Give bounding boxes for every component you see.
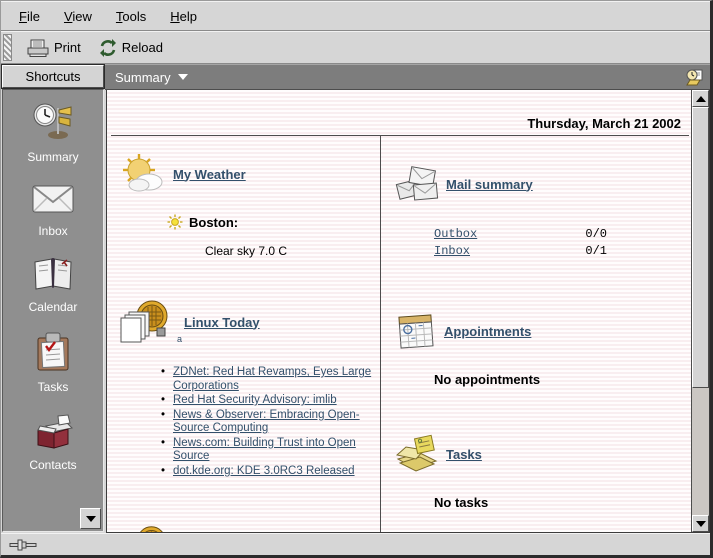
appointments-title-link[interactable]: Appointments (444, 324, 531, 339)
folder-title-bar[interactable]: Summary (105, 64, 710, 90)
news-item: News & Observer: Embracing Open-Source C… (161, 409, 374, 436)
toolbar-grip-handle[interactable] (3, 34, 12, 61)
weather-icon (119, 152, 167, 196)
news-item: News.com: Building Trust into Open Sourc… (161, 437, 374, 464)
anchor-icon: a (177, 334, 182, 344)
menu-bar: File View Tools Help (1, 1, 710, 31)
chevron-down-icon (178, 74, 188, 80)
print-label: Print (54, 40, 81, 55)
scrollbar-trough[interactable] (692, 388, 709, 515)
shortcuts-panel: Summary Inbox (2, 89, 104, 532)
scroll-up-button[interactable] (692, 90, 709, 107)
appointments-icon (394, 310, 438, 352)
sidebar-item-label: Tasks (38, 380, 69, 394)
mail-folder-list: Outbox 0/0 Inbox 0/1 (434, 226, 685, 260)
news-feed-header: a Salon.com (119, 524, 374, 532)
weather-location: Boston: (189, 215, 238, 230)
news-item: dot.kde.org: KDE 3.0RC3 Released (161, 465, 374, 479)
sidebar-item-label: Inbox (38, 224, 67, 238)
news-feed-icon (119, 298, 171, 346)
date-heading: Thursday, March 21 2002 (109, 90, 691, 135)
sidebar-item-label: Summary (27, 150, 78, 164)
shortcuts-sidebar: Shortcuts Summary (1, 64, 105, 533)
summary-content: Thursday, March 21 2002 (107, 90, 691, 532)
contacts-icon (32, 412, 74, 450)
menu-view[interactable]: View (56, 5, 100, 28)
news-feed-icon (119, 524, 171, 532)
weather-title-link[interactable]: My Weather (173, 167, 246, 182)
tasks-header: Tasks (394, 433, 685, 475)
inbox-icon (30, 182, 76, 216)
sidebar-item-label: Calendar (29, 300, 78, 314)
mail-summary-header: Mail summary (394, 164, 685, 204)
mail-summary-title-link[interactable]: Mail summary (446, 177, 533, 192)
summary-icon (32, 102, 74, 142)
mail-folder-row: Outbox 0/0 (434, 226, 685, 243)
menu-help[interactable]: Help (162, 5, 205, 28)
news-item-link[interactable]: News & Observer: Embracing Open-Source C… (173, 409, 360, 435)
scroll-down-button[interactable] (692, 515, 709, 532)
mail-summary-icon (394, 164, 440, 204)
toolbar: Print Reload (1, 31, 710, 64)
outbox-count: 0/0 (585, 226, 685, 243)
news-item: ZDNet: Red Hat Revamps, Eyes Large Corpo… (161, 366, 374, 393)
news-item-link[interactable]: ZDNet: Red Hat Revamps, Eyes Large Corpo… (173, 366, 371, 392)
mail-folder-row: Inbox 0/1 (434, 243, 685, 260)
news-item-list: ZDNet: Red Hat Revamps, Eyes Large Corpo… (161, 366, 374, 478)
news-item: Red Hat Security Advisory: imlib (161, 394, 374, 408)
no-tasks-text: No tasks (434, 495, 685, 510)
print-icon (27, 38, 49, 58)
folder-title: Summary (115, 70, 171, 85)
reload-button[interactable]: Reload (92, 33, 170, 62)
online-status-icon[interactable] (9, 538, 39, 552)
news-item-link[interactable]: dot.kde.org: KDE 3.0RC3 Released (173, 465, 355, 477)
arrow-down-icon (86, 516, 96, 522)
weather-section-header: My Weather (119, 152, 374, 196)
weather-location-row: Boston: (167, 214, 374, 230)
arrow-down-icon (696, 521, 706, 527)
sidebar-item-calendar[interactable]: Calendar (5, 256, 101, 314)
reload-icon (99, 39, 117, 57)
print-button[interactable]: Print (20, 33, 88, 62)
main-area: Shortcuts Summary (1, 64, 710, 533)
news-feed-title-link[interactable]: Linux Today (184, 315, 260, 330)
shortcuts-header-button[interactable]: Shortcuts (2, 65, 104, 88)
menu-tools[interactable]: Tools (108, 5, 154, 28)
sidebar-item-inbox[interactable]: Inbox (5, 182, 101, 238)
sidebar-item-contacts[interactable]: Contacts (5, 412, 101, 472)
inbox-count: 0/1 (585, 243, 685, 260)
outbox-folder-link[interactable]: Outbox (434, 226, 477, 243)
status-bar (1, 533, 710, 555)
no-appointments-text: No appointments (434, 372, 685, 387)
summary-view: Thursday, March 21 2002 (106, 90, 710, 533)
news-feed-header: a Linux Today (119, 298, 374, 346)
vertical-scrollbar[interactable] (691, 90, 709, 532)
folder-view-panel: Summary Thursday, March 21 2002 (105, 64, 710, 533)
sun-icon (167, 214, 183, 230)
appointments-header: Appointments (394, 310, 685, 352)
news-item-link[interactable]: Red Hat Security Advisory: imlib (173, 394, 337, 406)
tasks-icon (34, 332, 72, 372)
sidebar-item-summary[interactable]: Summary (5, 102, 101, 164)
sidebar-item-label: Contacts (29, 458, 76, 472)
weather-condition: Clear sky 7.0 C (205, 244, 374, 258)
shortcuts-scroll-down-button[interactable] (80, 508, 101, 529)
app-window: File View Tools Help Print Reload (0, 0, 713, 558)
menu-file[interactable]: File (11, 5, 48, 28)
summary-left-column: My Weather (109, 136, 380, 532)
reload-label: Reload (122, 40, 163, 55)
tasks-title-link[interactable]: Tasks (446, 447, 482, 462)
arrow-up-icon (696, 96, 706, 102)
calendar-icon (31, 256, 75, 292)
scrollbar-thumb[interactable] (692, 107, 709, 388)
sidebar-item-tasks[interactable]: Tasks (5, 332, 101, 394)
summary-right-column: Mail summary Outbox 0/0 Inbox 0/1 (380, 136, 691, 532)
news-item-link[interactable]: News.com: Building Trust into Open Sourc… (173, 437, 356, 463)
summary-mini-icon[interactable] (686, 68, 704, 86)
inbox-folder-link[interactable]: Inbox (434, 243, 470, 260)
tasks-panel-icon (394, 433, 440, 475)
